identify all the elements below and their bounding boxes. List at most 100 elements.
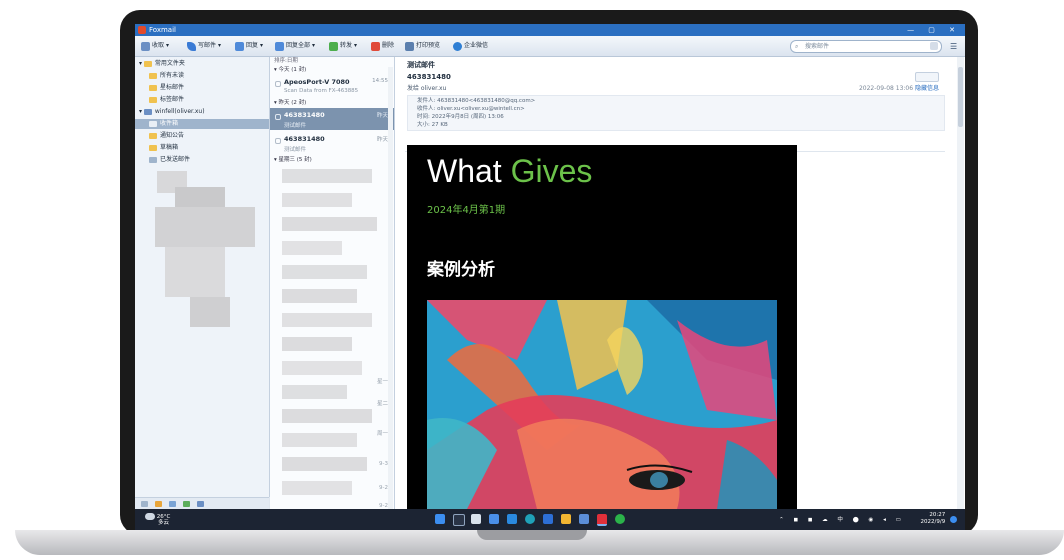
pen-icon bbox=[187, 41, 196, 51]
group-label: 星期三 (5 封) bbox=[278, 157, 312, 163]
sort-dropdown[interactable]: 排序:日期 bbox=[274, 57, 298, 66]
blurred-content bbox=[282, 433, 357, 447]
clock[interactable]: 20:27 2022/9/9 bbox=[921, 512, 946, 526]
blurred-content bbox=[282, 361, 362, 375]
mail-icon[interactable] bbox=[141, 501, 148, 507]
search-input[interactable]: ⌕ 搜索邮件 bbox=[790, 40, 942, 53]
unread-dot-icon bbox=[275, 138, 281, 144]
window-controls[interactable]: — ▢ ✕ bbox=[907, 24, 961, 36]
item-subject: 测试邮件 bbox=[284, 123, 307, 129]
item-subject: Scan Data from FX-463885 bbox=[284, 88, 359, 94]
folder-starred[interactable]: 星标邮件 bbox=[149, 83, 283, 93]
search-clear-icon[interactable] bbox=[930, 42, 938, 50]
forward-label: 转发 bbox=[340, 42, 353, 49]
title-bar: Foxmail — ▢ ✕ bbox=[135, 24, 965, 36]
windows-start-icon[interactable] bbox=[435, 514, 445, 524]
widgets-icon[interactable] bbox=[489, 514, 499, 524]
reader-scrollbar[interactable] bbox=[957, 57, 964, 509]
message-date-row: 2022-09-08 13:06 隐藏信息 bbox=[859, 83, 939, 92]
item-date: 星二 bbox=[376, 401, 388, 407]
cloud-icon bbox=[145, 513, 155, 520]
file-explorer-icon[interactable] bbox=[561, 514, 571, 524]
app-icon[interactable] bbox=[579, 514, 589, 524]
list-item[interactable]: 463831480 测试邮件 昨天 bbox=[270, 108, 394, 130]
system-tray[interactable]: ⌃ ◼ ◼ ☁ 中 ⬤ ◉ ◂ ▭ 20:27 2022/9/9 bbox=[779, 512, 957, 526]
reading-pane: 测试邮件 463831480 发给 oliver.xu 2022-09-08 1… bbox=[395, 57, 965, 509]
weather-widget[interactable]: 26°C 多云 bbox=[145, 513, 170, 526]
print-icon bbox=[405, 41, 414, 51]
folder-unread[interactable]: 所有未读 bbox=[149, 71, 283, 81]
tray-icons[interactable]: ⌃ ◼ ◼ ☁ 中 ⬤ ◉ ◂ ▭ bbox=[779, 517, 905, 523]
clock-time: 20:27 bbox=[929, 512, 946, 518]
folder-notices[interactable]: 通知公告 bbox=[149, 131, 283, 141]
item-date: 9-2 bbox=[379, 485, 388, 491]
delete-icon bbox=[371, 41, 380, 51]
notes-icon[interactable] bbox=[197, 501, 204, 507]
notification-icon[interactable] bbox=[950, 515, 957, 523]
folder-group-common[interactable]: ▾ 常用文件夹 bbox=[139, 59, 273, 69]
delete-button[interactable]: 删除 bbox=[371, 41, 394, 51]
folder-flagged[interactable]: 标签邮件 bbox=[149, 95, 283, 105]
contacts-icon[interactable] bbox=[155, 501, 162, 507]
search-icon[interactable] bbox=[453, 514, 465, 526]
group-today[interactable]: ▾ 今天 (1 封) bbox=[274, 66, 306, 75]
taskbar: 26°C 多云 ⌃ ◼ ◼ ☁ 中 ⬤ ◉ ◂ ▭ 20:27 2022/9/9 bbox=[135, 509, 965, 530]
print-preview-button[interactable]: 打印预览 bbox=[405, 41, 440, 51]
item-time: 昨天 bbox=[376, 113, 388, 119]
folder-account[interactable]: ▾ winfell(oliver.xu) bbox=[139, 107, 273, 117]
folder-label: winfell(oliver.xu) bbox=[154, 108, 205, 115]
foxmail-taskbar-icon[interactable] bbox=[597, 514, 607, 526]
receive-button[interactable]: 收取 ▾ bbox=[141, 41, 169, 51]
toolbar: 收取 ▾ 写邮件 ▾ 回复 ▾ 回复全部 ▾ 转发 ▾ 删除 打印预览 企业微信… bbox=[135, 36, 965, 57]
scroll-thumb[interactable] bbox=[958, 67, 963, 127]
wechat-icon[interactable] bbox=[615, 514, 625, 524]
calendar-icon[interactable] bbox=[169, 501, 176, 507]
reply-all-button[interactable]: 回复全部 ▾ bbox=[275, 41, 315, 51]
enterprise-wechat-button[interactable]: 企业微信 bbox=[453, 41, 488, 51]
store-icon[interactable] bbox=[543, 514, 553, 524]
folder-sent[interactable]: 已发送邮件 bbox=[149, 155, 283, 165]
menu-icon[interactable]: ☰ bbox=[950, 42, 957, 51]
message-header: 463831480 发给 oliver.xu 2022-09-08 13:06 … bbox=[405, 71, 945, 152]
folder-icon bbox=[149, 132, 157, 139]
task-view-icon[interactable] bbox=[471, 514, 481, 524]
newsletter-title: What Gives bbox=[427, 153, 592, 190]
blurred-content bbox=[282, 289, 357, 303]
compose-button[interactable]: 写邮件 ▾ bbox=[187, 41, 221, 51]
list-item[interactable]: 463831480 测试邮件 昨天 bbox=[270, 132, 394, 154]
group-label: 今天 (1 封) bbox=[278, 67, 307, 73]
folder-icon bbox=[149, 144, 157, 151]
laptop-notch bbox=[477, 530, 587, 540]
folder-label: 所有未读 bbox=[160, 72, 185, 79]
folder-label: 已发送邮件 bbox=[160, 156, 191, 163]
edge-icon[interactable] bbox=[507, 514, 517, 524]
newsletter-section-title: 案例分析 bbox=[427, 260, 495, 280]
blurred-content bbox=[165, 247, 225, 297]
blurred-content bbox=[282, 457, 367, 471]
artwork-illustration bbox=[427, 300, 777, 509]
folder-inbox[interactable]: 收件箱 bbox=[135, 119, 269, 129]
item-sender: 463831480 bbox=[284, 111, 325, 119]
group-wednesday[interactable]: ▾ 星期三 (5 封) bbox=[274, 156, 312, 165]
message-sender[interactable]: 463831480 bbox=[407, 73, 451, 81]
item-subject: 测试邮件 bbox=[284, 147, 307, 153]
folder-drafts[interactable]: 草稿箱 bbox=[149, 143, 283, 153]
tasks-icon[interactable] bbox=[183, 501, 190, 507]
weather-desc: 多云 bbox=[158, 520, 170, 526]
forward-button[interactable]: 转发 ▾ bbox=[329, 41, 357, 51]
hide-details-link[interactable]: 隐藏信息 bbox=[915, 85, 939, 92]
unread-dot-icon bbox=[275, 81, 281, 87]
title-white: What bbox=[427, 153, 502, 189]
item-sender: ApeosPort-V 7080 bbox=[284, 78, 350, 86]
newsletter-body: What Gives 2024年4月第1期 案例分析 bbox=[407, 145, 797, 509]
group-yesterday[interactable]: ▾ 昨天 (2 封) bbox=[274, 99, 306, 108]
list-item[interactable]: ApeosPort-V 7080 Scan Data from FX-46388… bbox=[270, 75, 394, 97]
quick-reply-icon[interactable] bbox=[915, 72, 939, 82]
list-scrollbar[interactable] bbox=[388, 67, 393, 509]
reply-button[interactable]: 回复 ▾ bbox=[235, 41, 263, 51]
blurred-content bbox=[282, 193, 352, 207]
browser-icon[interactable] bbox=[525, 514, 535, 524]
reply-icon bbox=[235, 41, 244, 51]
foxmail-logo-icon bbox=[138, 26, 146, 34]
message-subject: 测试邮件 bbox=[407, 61, 435, 69]
